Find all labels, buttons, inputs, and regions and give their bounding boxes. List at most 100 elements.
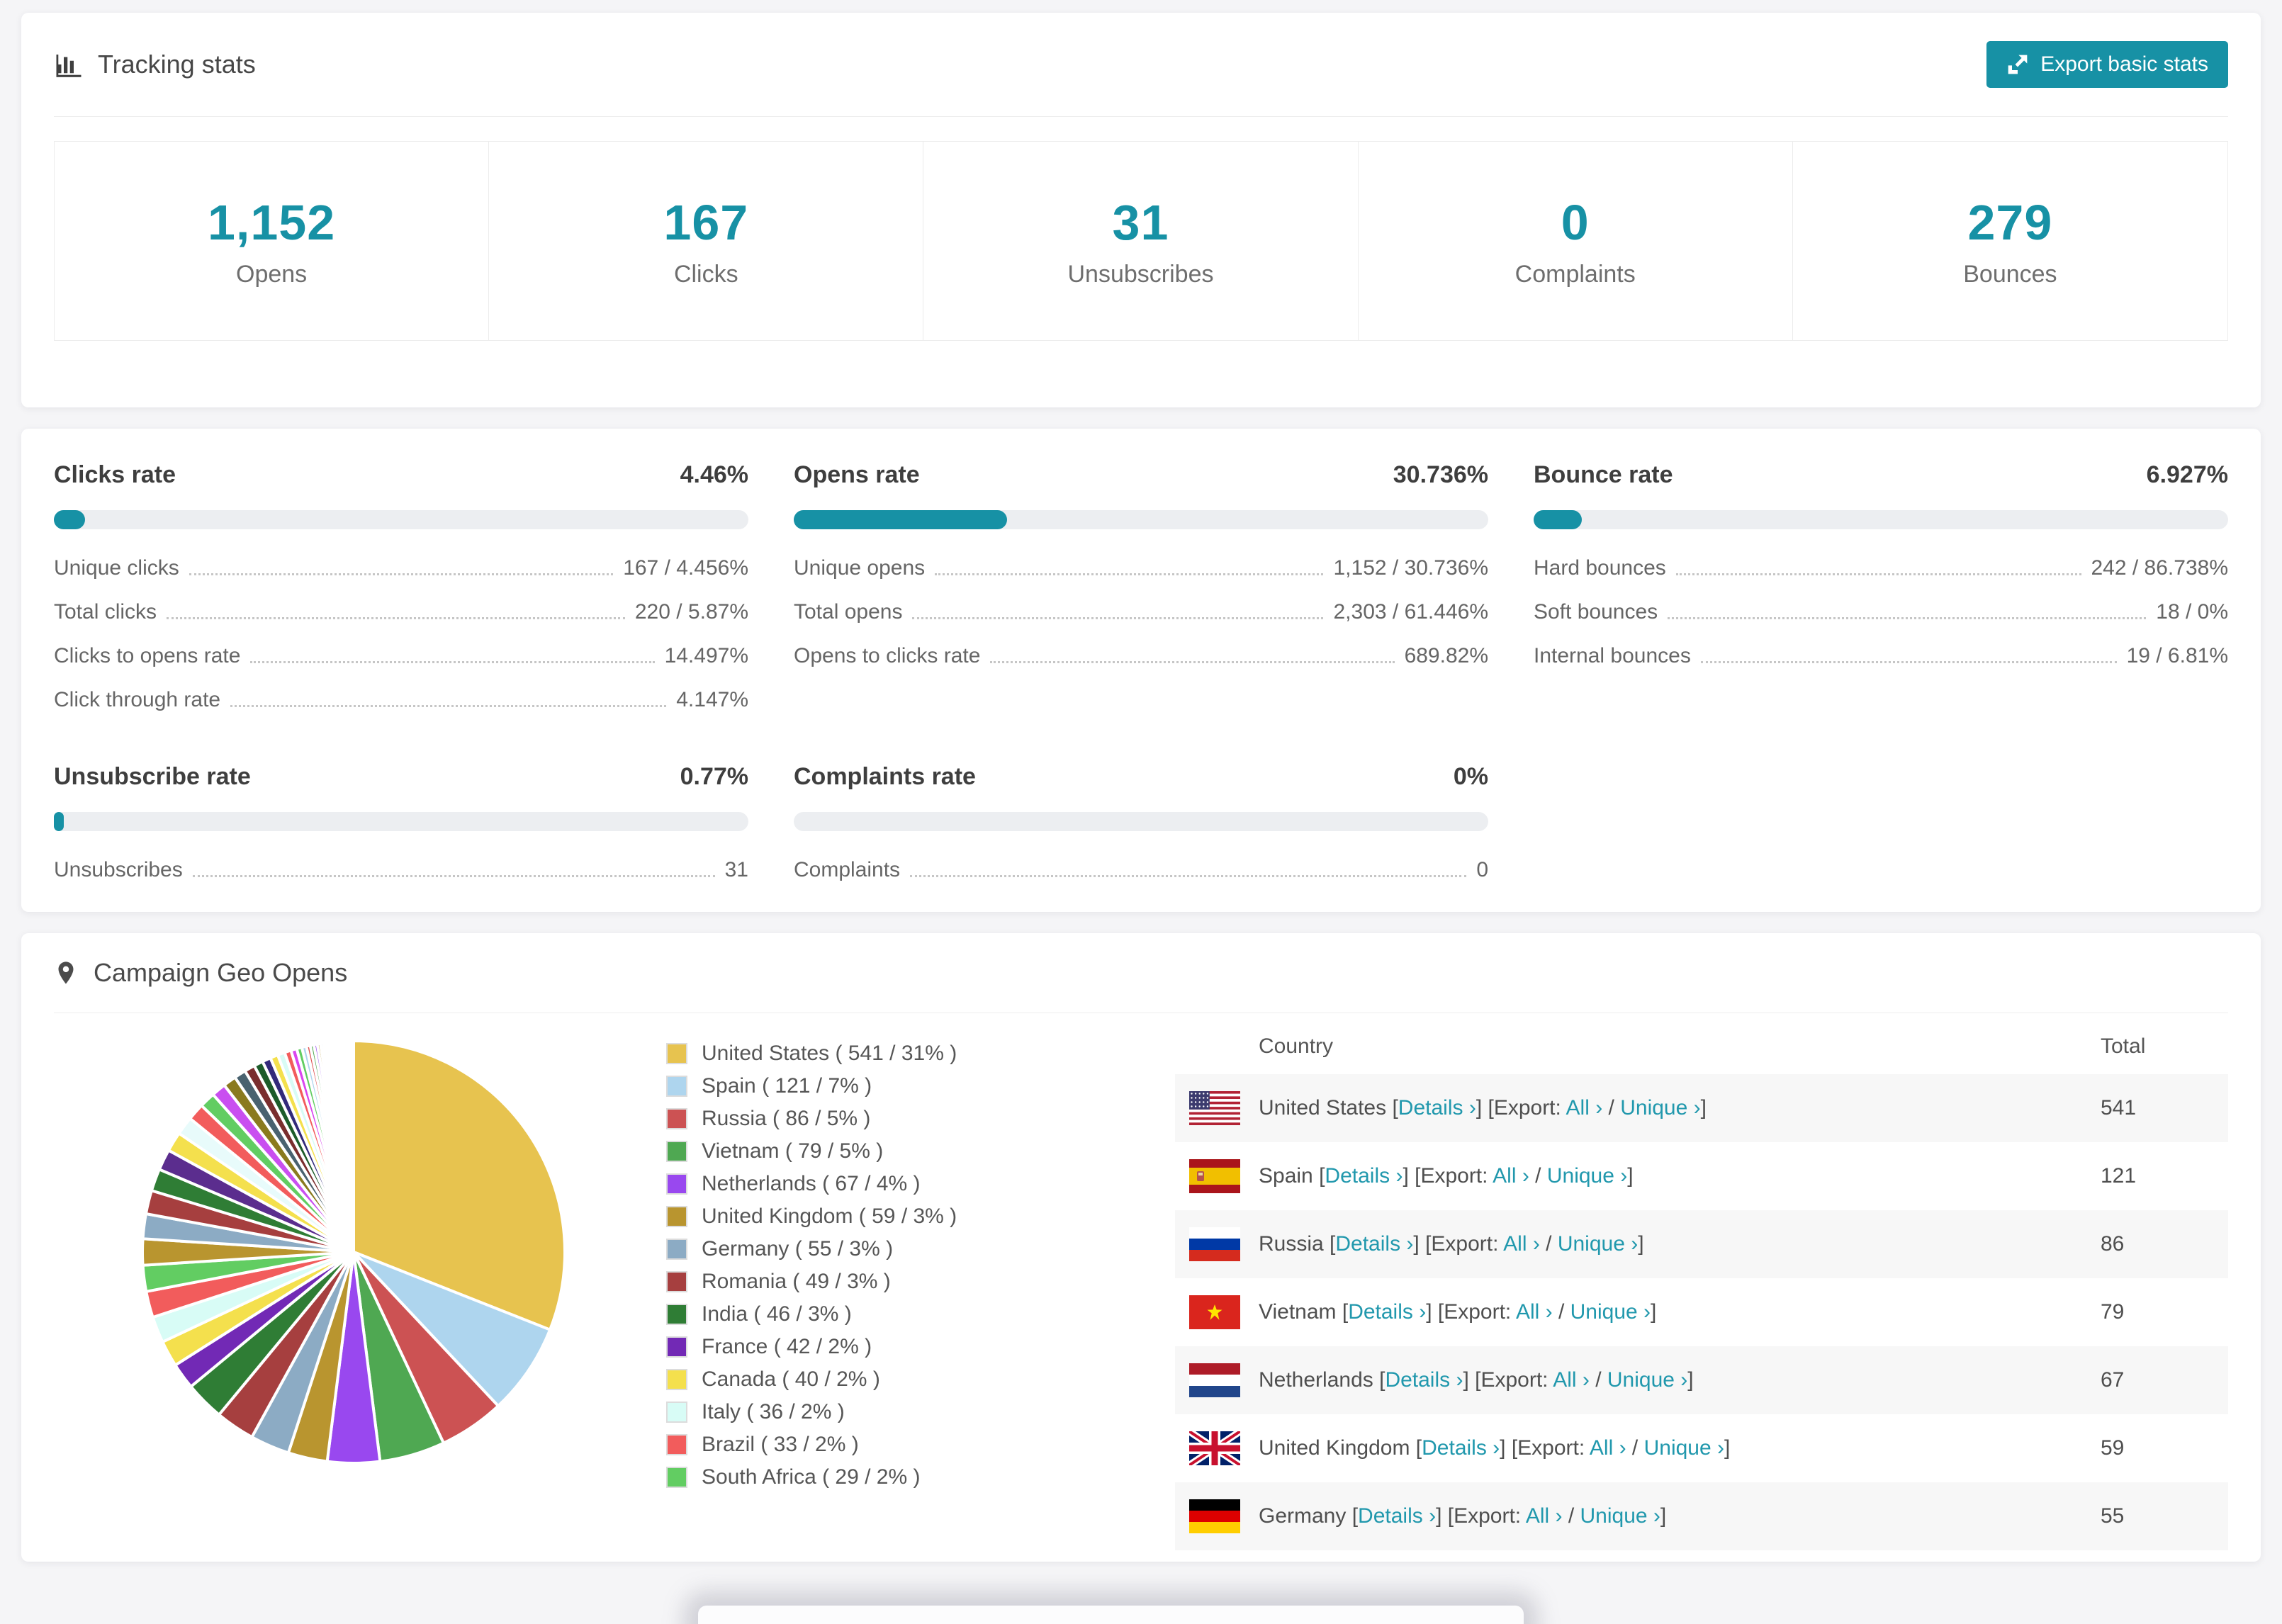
- export-unique-link-germany[interactable]: Unique ›: [1580, 1504, 1660, 1528]
- bounce-rate-progress-bar: [1534, 510, 2228, 529]
- metric-label: Click through rate: [54, 688, 221, 711]
- metric-value: 1,152 / 30.736%: [1333, 556, 1488, 580]
- opens-rate-value: 30.736%: [1393, 461, 1488, 488]
- metric-row-total-opens: Total opens 2,303 / 61.446%: [794, 600, 1488, 624]
- dotted-leader: [189, 573, 614, 575]
- export-all-link-spain[interactable]: All ›: [1493, 1164, 1529, 1188]
- country-column-header: Country: [1259, 1034, 1334, 1058]
- stat-unsubscribes-label: Unsubscribes: [1067, 260, 1214, 288]
- stat-clicks-value: 167: [663, 194, 749, 250]
- dotted-leader: [935, 573, 1324, 575]
- legend-label: Vietnam ( 79 / 5% ): [702, 1139, 884, 1163]
- unsubscribe-rate-header: Unsubscribe rate 0.77%: [54, 763, 748, 791]
- total-column-header: Total: [2101, 1034, 2146, 1058]
- legend-item-india: India ( 46 / 3% ): [666, 1302, 1063, 1326]
- stat-bounces-label: Bounces: [1963, 260, 2057, 288]
- stat-opens: 1,152 Opens: [55, 142, 490, 340]
- country-cell-netherlands: Netherlands [Details ›] [Export: All › /…: [1259, 1368, 1694, 1392]
- legend-item-canada: Canada ( 40 / 2% ): [666, 1368, 1063, 1392]
- legend-label: Germany ( 55 / 3% ): [702, 1237, 894, 1261]
- export-unique-link-russia[interactable]: Unique ›: [1558, 1232, 1638, 1256]
- opens-rate-header: Opens rate 30.736%: [794, 461, 1488, 489]
- metric-value: 31: [724, 858, 748, 881]
- tracking-stats-page: Tracking stats Export basic stats 1,152 O…: [0, 13, 2282, 1624]
- geo-title: Campaign Geo Opens: [94, 958, 348, 987]
- metric-label: Total clicks: [54, 600, 157, 624]
- geo-card-header: Campaign Geo Opens: [54, 933, 2228, 1013]
- details-link-united-states[interactable]: Details ›: [1398, 1096, 1476, 1120]
- metric-row-unique-opens: Unique opens 1,152 / 30.736%: [794, 556, 1488, 580]
- table-row-united-kingdom: United Kingdom [Details ›] [Export: All …: [1175, 1414, 2228, 1482]
- unsubscribe-rate-metrics: Unsubscribes 31: [54, 858, 748, 882]
- geo-content: United States ( 541 / 31% ) Spain ( 121 /…: [54, 1013, 2228, 1550]
- bounce-rate-metrics: Hard bounces 242 / 86.738% Soft bounces 18 …: [1534, 556, 2228, 668]
- legend-label: Netherlands ( 67 / 4% ): [702, 1172, 921, 1195]
- table-row-netherlands: Netherlands [Details ›] [Export: All › /…: [1175, 1346, 2228, 1414]
- metric-value: 2,303 / 61.446%: [1333, 600, 1488, 624]
- export-all-link-netherlands[interactable]: All ›: [1553, 1368, 1590, 1392]
- metric-row-internal-bounces: Internal bounces 19 / 6.81%: [1534, 644, 2228, 668]
- export-basic-stats-button[interactable]: Export basic stats: [1986, 41, 2228, 88]
- metric-value: 14.497%: [664, 644, 748, 667]
- unsubscribe-rate-progress-bar: [54, 812, 748, 831]
- details-link-germany[interactable]: Details ›: [1358, 1504, 1436, 1528]
- clicks-rate-progress-bar: [54, 510, 748, 529]
- metric-label: Total opens: [794, 600, 903, 624]
- legend-swatch: [666, 1141, 687, 1162]
- dotted-leader: [910, 875, 1467, 877]
- stat-bounces-value: 279: [1967, 194, 2053, 250]
- metric-row-total-clicks: Total clicks 220 / 5.87%: [54, 600, 748, 624]
- country-cell-vietnam: Vietnam [Details ›] [Export: All › / Uni…: [1259, 1300, 1657, 1324]
- details-link-vietnam[interactable]: Details ›: [1348, 1300, 1426, 1324]
- export-unique-link-vietnam[interactable]: Unique ›: [1570, 1300, 1651, 1324]
- metric-row-click-through-rate: Click through rate 4.147%: [54, 688, 748, 712]
- export-all-link-united-kingdom[interactable]: All ›: [1590, 1436, 1626, 1460]
- clicks-rate-header: Clicks rate 4.46%: [54, 461, 748, 489]
- legend-item-united-kingdom: United Kingdom ( 59 / 3% ): [666, 1205, 1063, 1229]
- table-row-united-states: United States [Details ›] [Export: All ›…: [1175, 1074, 2228, 1142]
- export-unique-link-united-kingdom[interactable]: Unique ›: [1644, 1436, 1724, 1460]
- tracking-stats-card: Tracking stats Export basic stats 1,152 O…: [21, 13, 2261, 407]
- unsubscribe-rate-title: Unsubscribe rate: [54, 763, 251, 790]
- rates-grid: Clicks rate 4.46% Unique clicks 167 / 4.456…: [54, 461, 2228, 882]
- details-link-russia[interactable]: Details ›: [1335, 1232, 1413, 1256]
- export-all-link-united-states[interactable]: All ›: [1566, 1096, 1603, 1120]
- country-cell-united-kingdom: United Kingdom [Details ›] [Export: All …: [1259, 1436, 1731, 1460]
- details-link-netherlands[interactable]: Details ›: [1385, 1368, 1463, 1392]
- stat-clicks: 167 Clicks: [489, 142, 924, 340]
- bounce-rate-progress-fill: [1534, 510, 1582, 529]
- export-all-link-vietnam[interactable]: All ›: [1516, 1300, 1553, 1324]
- united-states-flag-icon: [1189, 1091, 1240, 1125]
- rate-block-clicks-rate: Clicks rate 4.46% Unique clicks 167 / 4.456…: [54, 461, 748, 712]
- total-cell-netherlands: 67: [2101, 1368, 2125, 1392]
- geo-opens-pie-chart: [141, 1039, 566, 1465]
- united-kingdom-flag-icon: [1189, 1431, 1240, 1465]
- legend-label: United States ( 541 / 31% ): [702, 1042, 957, 1065]
- metric-label: Soft bounces: [1534, 600, 1658, 624]
- legend-label: South Africa ( 29 / 2% ): [702, 1465, 921, 1489]
- metric-row-clicks-to-opens-rate: Clicks to opens rate 14.497%: [54, 644, 748, 668]
- details-link-spain[interactable]: Details ›: [1325, 1164, 1403, 1188]
- legend-item-italy: Italy ( 36 / 2% ): [666, 1400, 1063, 1424]
- export-all-link-germany[interactable]: All ›: [1526, 1504, 1563, 1528]
- opens-rate-progress-bar: [794, 510, 1488, 529]
- export-all-link-russia[interactable]: All ›: [1503, 1232, 1540, 1256]
- complaints-rate-title: Complaints rate: [794, 763, 976, 790]
- clicks-rate-progress-fill: [54, 510, 85, 529]
- rate-block-complaints-rate: Complaints rate 0% Complaints 0: [794, 763, 1488, 882]
- dotted-leader: [167, 617, 625, 619]
- dotted-leader: [990, 661, 1395, 663]
- export-unique-link-united-states[interactable]: Unique ›: [1620, 1096, 1700, 1120]
- dotted-leader: [912, 617, 1324, 619]
- legend-item-south-africa: South Africa ( 29 / 2% ): [666, 1465, 1063, 1489]
- legend-swatch: [666, 1271, 687, 1292]
- details-link-united-kingdom[interactable]: Details ›: [1422, 1436, 1500, 1460]
- table-row-spain: Spain [Details ›] [Export: All › / Uniqu…: [1175, 1142, 2228, 1210]
- legend-label: Italy ( 36 / 2% ): [702, 1400, 845, 1423]
- bounce-rate-value: 6.927%: [2146, 461, 2228, 488]
- export-unique-link-netherlands[interactable]: Unique ›: [1607, 1368, 1687, 1392]
- export-unique-link-spain[interactable]: Unique ›: [1547, 1164, 1627, 1188]
- opens-rate-title: Opens rate: [794, 461, 920, 488]
- legend-swatch: [666, 1402, 687, 1423]
- stat-clicks-label: Clicks: [673, 260, 738, 288]
